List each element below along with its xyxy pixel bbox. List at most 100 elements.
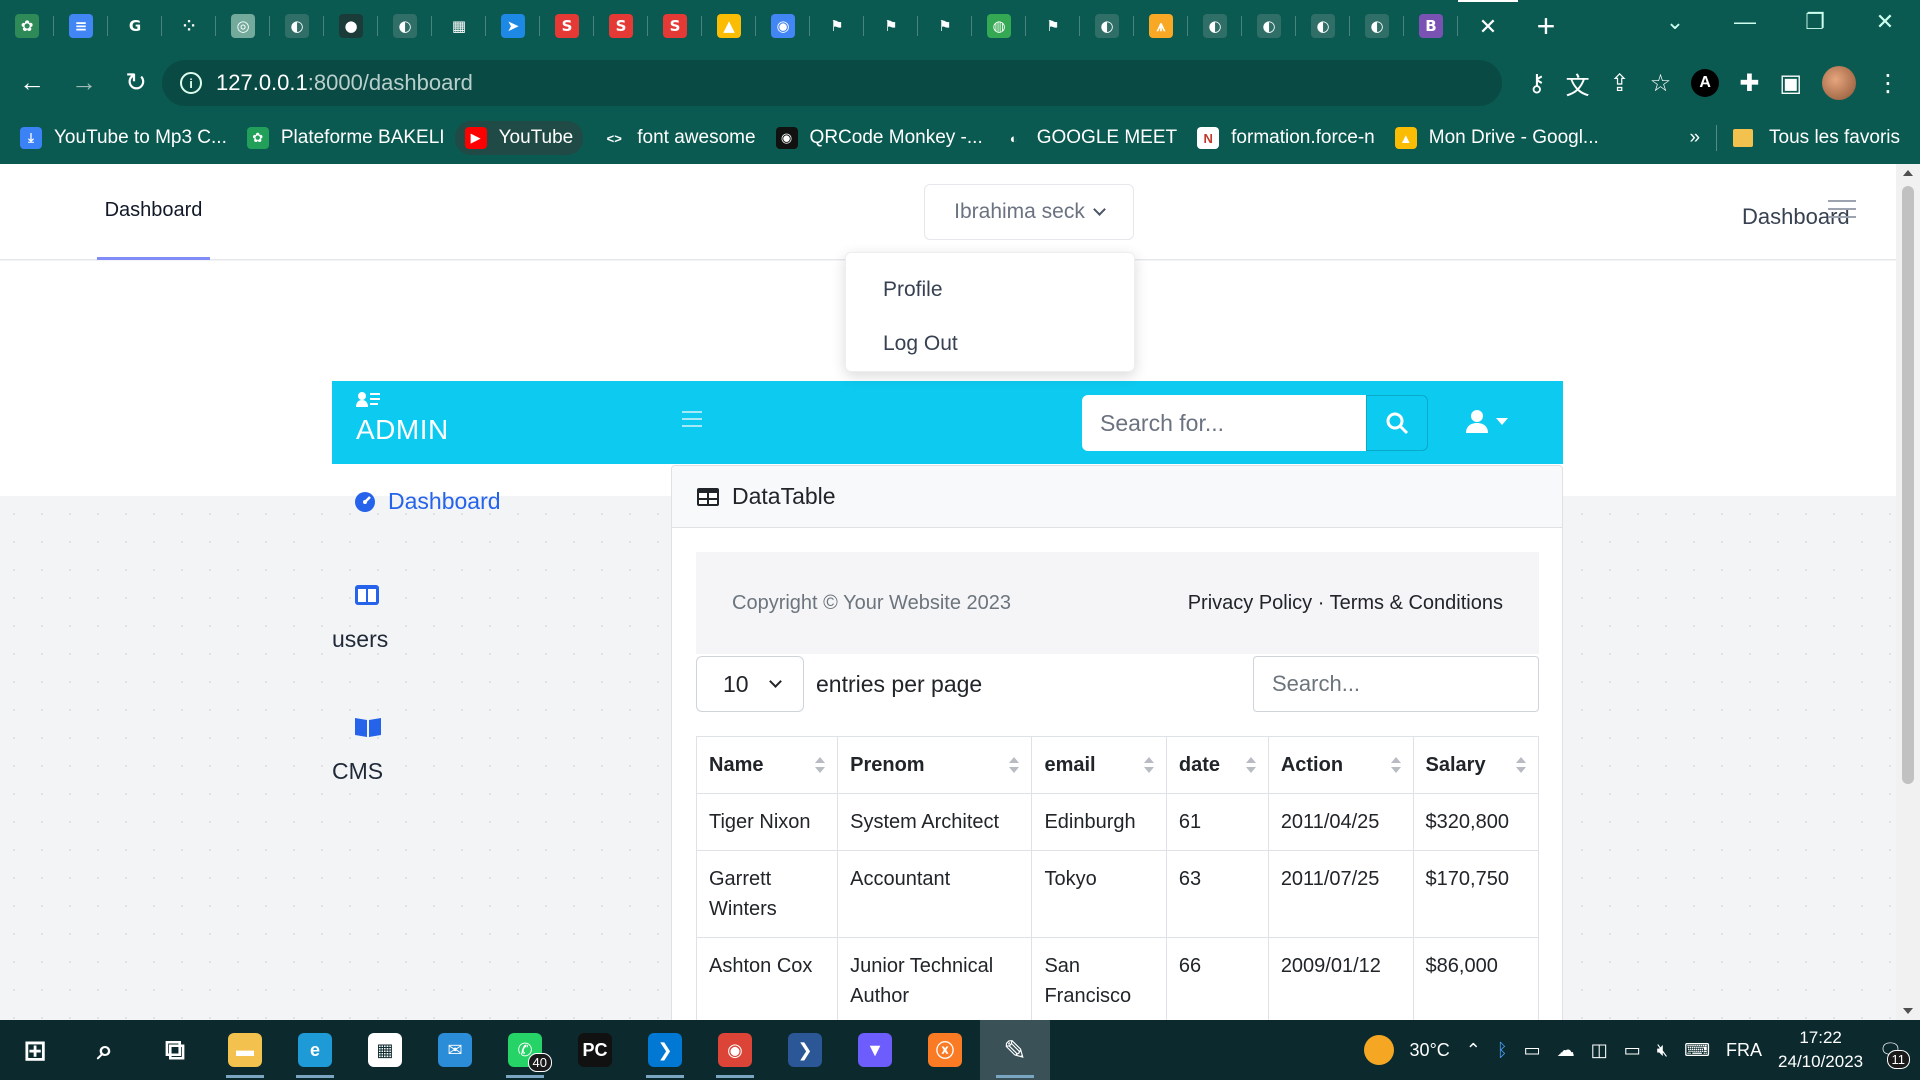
column-header[interactable]: Prenom	[837, 736, 1033, 794]
taskbar-app[interactable]: ▬	[210, 1020, 280, 1080]
language-indicator[interactable]: FRA	[1726, 1040, 1762, 1061]
site-info-icon[interactable]: i	[180, 72, 202, 94]
scroll-up-icon[interactable]	[1903, 170, 1913, 176]
menu-kebab-icon[interactable]: ⋮	[1876, 69, 1900, 98]
browser-tab[interactable]: ⚑	[1026, 0, 1080, 52]
taskbar-app[interactable]: ✎	[980, 1020, 1050, 1080]
browser-tab[interactable]: ◐	[270, 0, 324, 52]
nav-link-dashboard[interactable]: Dashboard	[97, 164, 210, 260]
volume-muted-icon[interactable]: 🔇︎	[1657, 1040, 1668, 1061]
scroll-down-icon[interactable]	[1903, 1008, 1913, 1014]
profile-avatar[interactable]	[1822, 66, 1856, 100]
browser-tab[interactable]: ⚑	[864, 0, 918, 52]
bookmark-item[interactable]: ◐ GOOGLE MEET	[1003, 127, 1177, 149]
bookmark-item[interactable]: ▶ YouTube	[454, 121, 584, 155]
column-header[interactable]: Salary	[1412, 736, 1540, 794]
browser-tab[interactable]: ◍	[972, 0, 1026, 52]
cloud-icon[interactable]: ☁	[1557, 1040, 1575, 1061]
browser-tab[interactable]: ◎	[216, 0, 270, 52]
sidebar-item-dashboard[interactable]: Dashboard	[354, 488, 501, 515]
column-header[interactable]: Action	[1267, 736, 1414, 794]
sidebar-toggle-icon[interactable]	[682, 411, 702, 432]
battery-icon[interactable]: ▭	[1624, 1040, 1641, 1061]
page-scrollbar[interactable]	[1896, 164, 1920, 1020]
clock[interactable]: 17:22 24/10/2023	[1778, 1026, 1863, 1074]
column-header[interactable]: date	[1165, 736, 1269, 794]
browser-tab[interactable]: ▦	[432, 0, 486, 52]
taskbar-app[interactable]: ◉	[700, 1020, 770, 1080]
browser-tab[interactable]: ●	[324, 0, 378, 52]
bluetooth-icon[interactable]: ᛒ	[1497, 1040, 1508, 1061]
browser-tab[interactable]: ⚑	[810, 0, 864, 52]
notifications-icon[interactable]: 🗨︎ 11	[1879, 1040, 1910, 1069]
browser-tab[interactable]: ✿	[0, 0, 54, 52]
column-header[interactable]: email	[1031, 736, 1167, 794]
browser-tab[interactable]: G	[108, 0, 162, 52]
taskbar-app[interactable]: ✆ 40	[490, 1020, 560, 1080]
table-search-input[interactable]: Search...	[1253, 656, 1539, 712]
browser-tab[interactable]: S	[540, 0, 594, 52]
column-header[interactable]: Name	[695, 736, 839, 794]
forward-icon[interactable]: →	[64, 62, 104, 102]
scrollbar-thumb[interactable]	[1902, 186, 1914, 784]
bookmark-item[interactable]: <> font awesome	[603, 127, 756, 149]
user-dropdown-button[interactable]: Ibrahima seck	[924, 184, 1134, 240]
bookmark-item[interactable]: Nformation.force-n	[1197, 127, 1375, 149]
taskbar-app[interactable]: ⌕	[70, 1020, 140, 1080]
active-tab-close-icon[interactable]: ✕	[1458, 0, 1518, 52]
browser-tab[interactable]: B	[1404, 0, 1458, 52]
new-tab-icon[interactable]: +	[1518, 0, 1574, 52]
dropdown-item-logout[interactable]: Log Out	[846, 317, 1134, 371]
translate-icon[interactable]: 文	[1566, 66, 1590, 101]
footer-links[interactable]: Privacy Policy · Terms & Conditions	[1188, 592, 1503, 615]
taskbar-app[interactable]: ⧉	[140, 1020, 210, 1080]
sidebar-item-users[interactable]: users	[332, 584, 432, 653]
tab-search-icon[interactable]: ⌄	[1640, 0, 1710, 44]
taskbar-app[interactable]: ▦	[350, 1020, 420, 1080]
all-bookmarks-link[interactable]: Tous les favoris	[1769, 127, 1900, 149]
browser-tab[interactable]: ◐	[1080, 0, 1134, 52]
more-bookmarks-icon[interactable]: »	[1689, 127, 1700, 149]
browser-tab[interactable]: ◐	[1188, 0, 1242, 52]
browser-tab[interactable]: ◐	[1296, 0, 1350, 52]
key-icon[interactable]: ⚷	[1528, 69, 1546, 98]
weather-sun-icon[interactable]	[1363, 1035, 1394, 1065]
side-panel-icon[interactable]: ▣	[1779, 69, 1802, 98]
restore-icon[interactable]: ❐	[1780, 0, 1850, 44]
bookmark-item[interactable]: ◉ QRCode Monkey -...	[775, 127, 983, 149]
show-hidden-icons-icon[interactable]: ⌃	[1466, 1040, 1481, 1061]
minimize-icon[interactable]: —	[1710, 0, 1780, 44]
keyboard-icon[interactable]: ⌨	[1684, 1040, 1710, 1061]
dropdown-item-profile[interactable]: Profile	[846, 263, 1134, 317]
sidebar-item-cms[interactable]: CMS	[332, 716, 432, 785]
browser-tab[interactable]: ◐	[378, 0, 432, 52]
browser-tab[interactable]: ▲	[702, 0, 756, 52]
browser-tab[interactable]: ◐	[1242, 0, 1296, 52]
taskbar-app[interactable]: PC	[560, 1020, 630, 1080]
temperature[interactable]: 30°C	[1410, 1040, 1450, 1061]
admin-brand[interactable]: ADMIN	[356, 391, 449, 446]
bookmark-item[interactable]: ✿ Plateforme BAKELI	[246, 127, 445, 149]
browser-tab[interactable]: ➤	[486, 0, 540, 52]
extension-a-icon[interactable]: A	[1691, 69, 1720, 97]
back-icon[interactable]: ←	[12, 62, 52, 102]
admin-search-input[interactable]: Search for...	[1082, 395, 1366, 451]
camera-icon[interactable]: ◫	[1591, 1040, 1608, 1061]
browser-tab[interactable]: ◉	[756, 0, 810, 52]
extensions-puzzle-icon[interactable]: ✚	[1739, 69, 1759, 98]
display-icon[interactable]: ▭	[1524, 1040, 1541, 1061]
taskbar-app[interactable]: e	[280, 1020, 350, 1080]
taskbar-app[interactable]: ❯	[770, 1020, 840, 1080]
bookmark-item[interactable]: ▲ Mon Drive - Googl...	[1394, 127, 1599, 149]
browser-tab[interactable]: ≡	[54, 0, 108, 52]
browser-tab[interactable]: ◐	[1350, 0, 1404, 52]
close-window-icon[interactable]: ✕	[1850, 0, 1920, 44]
taskbar-app[interactable]: ❯	[630, 1020, 700, 1080]
admin-user-menu[interactable]	[1466, 409, 1508, 433]
browser-tab[interactable]: ⚑	[918, 0, 972, 52]
taskbar-app[interactable]: ✉	[420, 1020, 490, 1080]
hamburger-menu-icon[interactable]	[1828, 200, 1856, 224]
admin-search-button[interactable]	[1366, 395, 1428, 451]
url-input[interactable]: i 127.0.0.1:8000/dashboard	[162, 60, 1502, 106]
browser-tab[interactable]: ⩚	[1134, 0, 1188, 52]
